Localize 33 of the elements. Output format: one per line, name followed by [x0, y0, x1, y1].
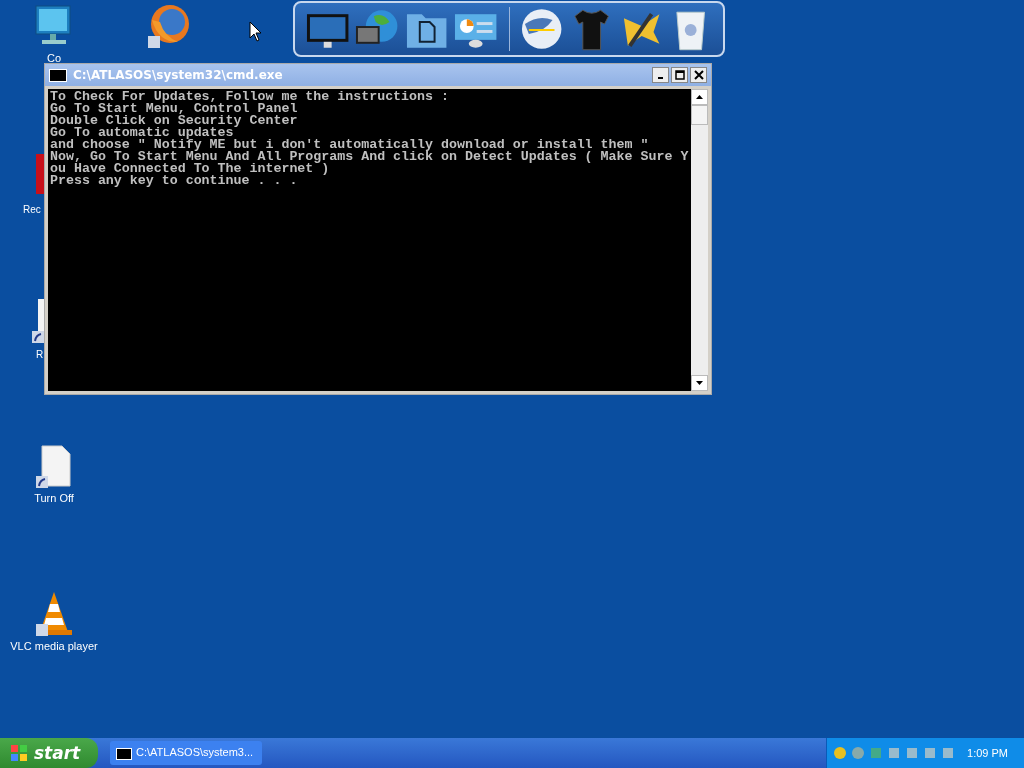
console-icon	[116, 747, 132, 760]
start-button[interactable]: start	[0, 738, 98, 768]
console-line: Go To Start Menu, Control Panel	[50, 103, 299, 115]
scroll-thumb[interactable]	[691, 105, 708, 125]
console-line: Press any key to continue . . .	[50, 175, 299, 187]
window-title: C:\ATLASOS\system32\cmd.exe	[73, 68, 284, 82]
scroll-up-button[interactable]	[691, 89, 708, 105]
scrollbar[interactable]	[691, 89, 708, 391]
windows-logo-icon	[10, 744, 28, 762]
icon-label: R	[36, 349, 44, 360]
minimize-button[interactable]	[652, 67, 669, 83]
icon-label: Co	[46, 52, 62, 64]
mouse-cursor-icon	[249, 21, 263, 43]
console-line: Double Click on Security Center	[50, 115, 299, 127]
console-icon	[49, 68, 67, 82]
down-arrow-icon	[696, 381, 703, 385]
icon-label: Rec	[23, 204, 41, 215]
icon-label: Turn Off	[34, 492, 74, 504]
console-line: Now, Go To Start Menu And All Programs And click on Detect Updates ( Make Sure Y	[50, 151, 689, 163]
console-line: To Check For Updates, Follow me the instructions :	[50, 91, 450, 103]
shortcut-icon[interactable]	[32, 299, 44, 343]
console-line: Go To automatic updates	[50, 127, 234, 139]
taskbar-button[interactable]: C:\ATLASOS\system3...	[110, 741, 262, 765]
console-line: and choose " Notify ME but i don't automatically download or install them "	[50, 139, 649, 151]
clock: 1:09 PM	[967, 747, 1009, 759]
close-icon	[693, 70, 704, 80]
icon-label: VLC media player	[10, 640, 98, 652]
scroll-down-button[interactable]	[691, 375, 708, 391]
maximize-icon	[674, 70, 685, 80]
console-line: ou Have Connected To The internet )	[50, 163, 330, 175]
close-button[interactable]	[690, 67, 707, 83]
up-arrow-icon	[696, 95, 703, 99]
maximize-button[interactable]	[671, 67, 688, 83]
